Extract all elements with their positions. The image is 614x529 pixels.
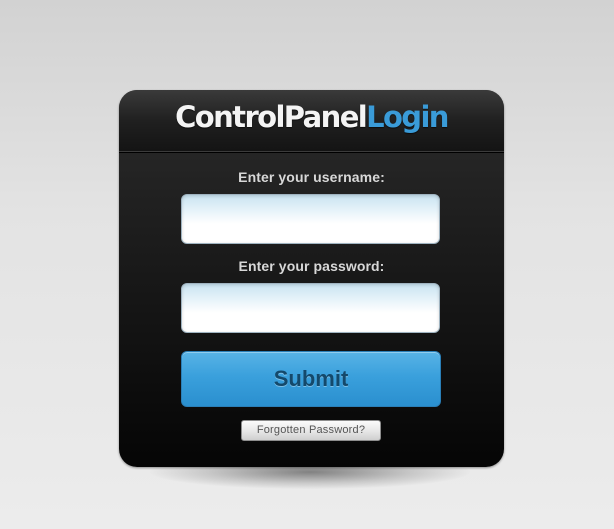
- panel-header: ControlPanelLogin: [119, 90, 504, 152]
- username-input[interactable]: [181, 194, 440, 244]
- submit-button[interactable]: Submit: [181, 351, 441, 407]
- page-title: ControlPanelLogin: [119, 100, 504, 134]
- login-panel: ControlPanelLogin Enter your username: E…: [119, 90, 504, 467]
- title-controlpanel: ControlPanel: [175, 100, 368, 134]
- forgot-password-button[interactable]: Forgotten Password?: [241, 420, 381, 441]
- title-login: Login: [366, 100, 449, 134]
- password-label: Enter your password:: [238, 258, 385, 274]
- password-input[interactable]: [181, 283, 440, 333]
- username-label: Enter your username:: [238, 169, 385, 185]
